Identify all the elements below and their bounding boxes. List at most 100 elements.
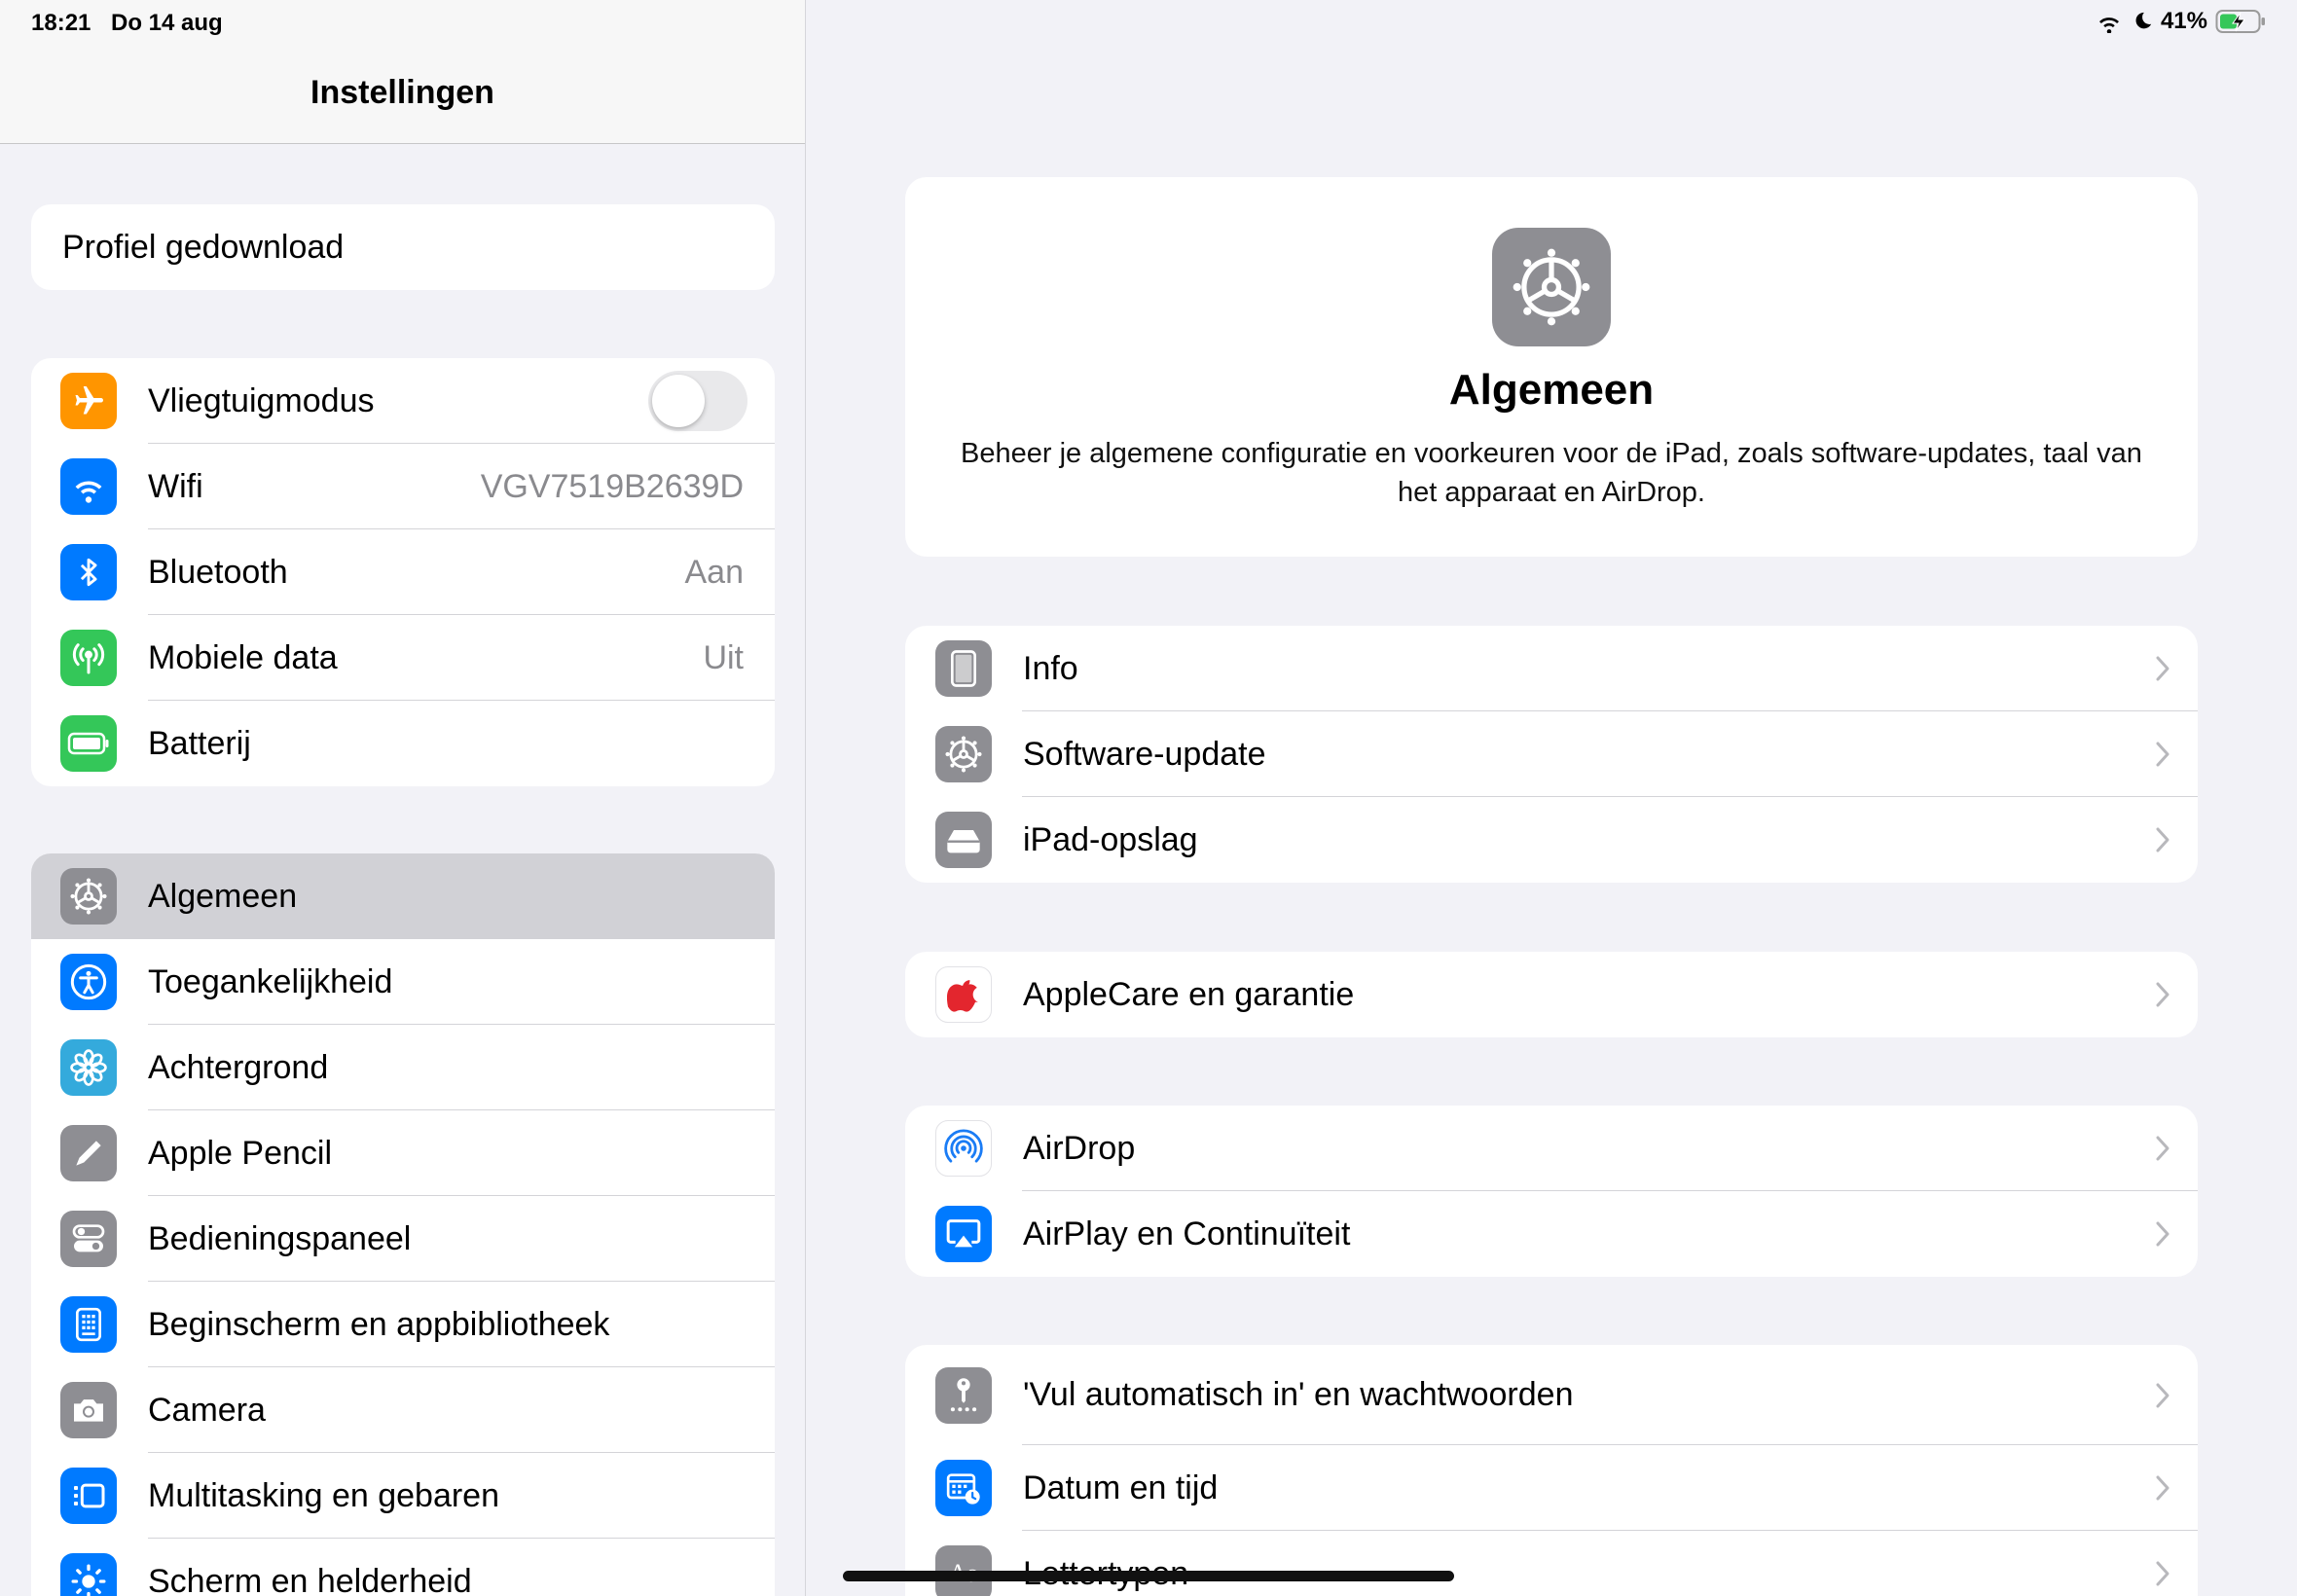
camera-icon <box>60 1382 117 1438</box>
chevron-right-icon <box>2156 742 2169 767</box>
chevron-right-icon <box>2156 1475 2169 1501</box>
sharing-group: AirDrop AirPlay en Continuïteit <box>905 1106 2198 1277</box>
wifi-network-name: VGV7519B2639D <box>480 467 744 505</box>
antenna-icon <box>60 630 117 686</box>
airdrop-icon <box>935 1120 992 1177</box>
sidebar-item-wallpaper[interactable]: Achtergrond <box>31 1025 775 1110</box>
sidebar-item-multitasking[interactable]: Multitasking en gebaren <box>31 1453 775 1539</box>
accessibility-icon <box>60 954 117 1010</box>
sidebar-item-control-center[interactable]: Bedieningspaneel <box>31 1196 775 1282</box>
sidebar-item-general[interactable]: Algemeen <box>31 853 775 939</box>
status-date: Do 14 aug <box>111 10 223 36</box>
chevron-right-icon <box>2156 982 2169 1007</box>
key-icon <box>935 1366 992 1424</box>
info-row[interactable]: Info <box>905 626 2198 711</box>
sidebar-item-label: Scherm en helderheid <box>148 1562 472 1596</box>
sidebar-item-camera[interactable]: Camera <box>31 1367 775 1453</box>
profile-downloaded-label: Profiel gedownload <box>62 228 345 266</box>
chevron-right-icon <box>2156 1561 2169 1586</box>
flower-icon <box>60 1039 117 1096</box>
airplay-continuity-label: AirPlay en Continuïteit <box>1023 1215 1351 1252</box>
sidebar-item-display-brightness[interactable]: Scherm en helderheid <box>31 1539 775 1596</box>
gear-icon <box>60 868 117 925</box>
autofill-passwords-label: 'Vul automatisch in' en wachtwoorden <box>1023 1376 1574 1413</box>
airdrop-label: AirDrop <box>1023 1129 1136 1167</box>
sidebar-item-label: Algemeen <box>148 877 298 915</box>
software-update-label: Software-update <box>1023 735 1266 773</box>
calendar-clock-icon <box>935 1460 992 1516</box>
general-description: Beheer je algemene configuratie en voork… <box>961 438 2142 508</box>
connectivity-group: Vliegtuigmodus Wifi VGV7519B2639D Blueto… <box>31 358 775 786</box>
date-time-row[interactable]: Datum en tijd <box>905 1445 2198 1531</box>
general-header-card: Algemeen Beheer je algemene configuratie… <box>905 177 2198 557</box>
sidebar-item-label: Vliegtuigmodus <box>148 381 375 419</box>
sidebar-item-home-screen[interactable]: Beginscherm en appbibliotheek <box>31 1282 775 1367</box>
sidebar-item-label: Bedieningspaneel <box>148 1219 412 1257</box>
apple-logo-icon <box>935 966 992 1023</box>
sidebar-item-bluetooth[interactable]: Bluetooth Aan <box>31 529 775 615</box>
applecare-group: AppleCare en garantie <box>905 952 2198 1037</box>
sidebar-item-label: Batterij <box>148 724 251 762</box>
applecare-row[interactable]: AppleCare en garantie <box>905 952 2198 1037</box>
sidebar-item-battery[interactable]: Batterij <box>31 701 775 786</box>
storage-icon <box>935 812 992 868</box>
sidebar-item-label: Multitasking en gebaren <box>148 1476 500 1514</box>
chevron-right-icon <box>2156 827 2169 852</box>
multitasking-icon <box>60 1468 117 1524</box>
sidebar-item-label: Wifi <box>148 467 203 505</box>
sidebar-item-label: Bluetooth <box>148 553 288 591</box>
general-gear-icon <box>1492 228 1611 346</box>
sidebar-item-airplane-mode[interactable]: Vliegtuigmodus <box>31 358 775 444</box>
airplane-icon <box>60 373 117 429</box>
system-group: 'Vul automatisch in' en wachtwoorden Dat… <box>905 1345 2198 1596</box>
autofill-passwords-row[interactable]: 'Vul automatisch in' en wachtwoorden <box>905 1345 2198 1445</box>
sidebar-item-wifi[interactable]: Wifi VGV7519B2639D <box>31 444 775 529</box>
ipad-storage-row[interactable]: iPad-opslag <box>905 797 2198 883</box>
ipad-icon <box>935 640 992 697</box>
bluetooth-icon <box>60 544 117 600</box>
sidebar-item-label: Achtergrond <box>148 1048 329 1086</box>
wifi-status-icon <box>2095 10 2124 33</box>
profile-downloaded-row[interactable]: Profiel gedownload <box>31 204 775 290</box>
chevron-right-icon <box>2156 1383 2169 1407</box>
applecare-label: AppleCare en garantie <box>1023 975 1355 1013</box>
battery-percentage: 41% <box>2160 8 2207 34</box>
sidebar-item-label: Toegankelijkheid <box>148 962 393 1000</box>
sidebar-item-label: Camera <box>148 1391 266 1429</box>
sidebar-item-label: Apple Pencil <box>148 1134 333 1172</box>
settings-sidebar: Instellingen Profiel gedownload Vliegtui… <box>0 0 806 1596</box>
battery-charging-icon <box>2215 9 2268 34</box>
switches-icon <box>60 1211 117 1267</box>
fonts-row[interactable]: Aa Lettertypen <box>905 1531 2198 1596</box>
battery-icon <box>60 715 117 772</box>
home-screen-icon <box>60 1296 117 1353</box>
software-update-row[interactable]: Software-update <box>905 711 2198 797</box>
sidebar-item-mobile-data[interactable]: Mobiele data Uit <box>31 615 775 701</box>
chevron-right-icon <box>2156 1136 2169 1161</box>
info-label: Info <box>1023 649 1078 687</box>
home-indicator[interactable] <box>843 1571 1454 1581</box>
airdrop-row[interactable]: AirDrop <box>905 1106 2198 1191</box>
device-group: Info Software-update iPad-opslag <box>905 626 2198 883</box>
ipad-storage-label: iPad-opslag <box>1023 820 1198 858</box>
bluetooth-status: Aan <box>684 553 745 591</box>
general-title: Algemeen <box>1448 366 1655 414</box>
sun-icon <box>60 1553 117 1596</box>
chevron-right-icon <box>2156 1221 2169 1247</box>
sidebar-title: Instellingen <box>310 74 494 111</box>
gear-update-icon <box>935 726 992 782</box>
sidebar-item-accessibility[interactable]: Toegankelijkheid <box>31 939 775 1025</box>
sidebar-item-apple-pencil[interactable]: Apple Pencil <box>31 1110 775 1196</box>
airplay-continuity-row[interactable]: AirPlay en Continuïteit <box>905 1191 2198 1277</box>
chevron-right-icon <box>2156 656 2169 681</box>
moon-icon <box>2132 10 2153 33</box>
general-group: Algemeen Toegankelijkheid Achtergrond Ap… <box>31 853 775 1596</box>
mobile-data-status: Uit <box>703 638 744 676</box>
pencil-icon <box>60 1125 117 1181</box>
date-time-label: Datum en tijd <box>1023 1469 1219 1506</box>
sidebar-item-label: Mobiele data <box>148 638 338 676</box>
status-indicators: 41% <box>2095 8 2268 35</box>
wifi-icon <box>60 458 117 515</box>
sidebar-item-label: Beginscherm en appbibliotheek <box>148 1305 610 1343</box>
airplane-mode-toggle[interactable] <box>648 371 747 431</box>
